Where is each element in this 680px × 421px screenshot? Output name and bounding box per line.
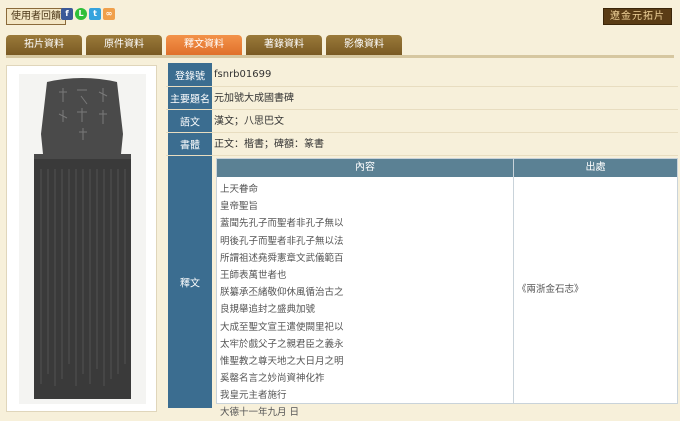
record-row-language: 語文 漢文；八思巴文 bbox=[166, 110, 678, 133]
transcription-line: 蓋聞先孔子而聖者非孔子無以 bbox=[220, 218, 344, 230]
transcription-line: 奚罄名言之妙尚資神化祚 bbox=[220, 373, 325, 385]
header-bar: 使用者回饋 f L t ∞ 遼金元拓片 bbox=[0, 0, 680, 34]
transcription-table: 內容 出處 上天眷命 皇帝聖旨 蓋聞先孔子而聖者非孔子無以 明後孔子而聖者非孔子… bbox=[216, 158, 678, 418]
column-header-source: 出處 bbox=[514, 159, 677, 177]
record-row-id: 登錄號 fsnrb01699 bbox=[166, 63, 678, 87]
transcription-line: 所謂祖述堯舜憲章文武儀範百 bbox=[220, 252, 344, 264]
stele-rubbing-image[interactable] bbox=[19, 74, 146, 404]
twitter-icon[interactable]: t bbox=[89, 8, 101, 20]
row-label: 釋文 bbox=[168, 156, 212, 408]
column-divider bbox=[513, 159, 514, 403]
record-row-script: 書體 正文：楷書；碑額：篆書 bbox=[166, 133, 678, 156]
source-citation: 《兩浙金石志》 bbox=[517, 284, 584, 295]
transcription-line: 良規舉追封之盛典加號 bbox=[220, 304, 316, 316]
row-label: 主要題名 bbox=[168, 87, 212, 109]
row-label: 登錄號 bbox=[168, 63, 212, 86]
transcription-line: 朕纂承丕緒敬仰休風循治古之 bbox=[220, 287, 344, 299]
link-icon[interactable]: ∞ bbox=[103, 8, 115, 20]
record-id-value: fsnrb01699 bbox=[214, 69, 272, 80]
transcription-line: 王師表萬世者也 bbox=[220, 269, 287, 281]
transcription-line: 大成至聖文宣王遣使闕里祀以 bbox=[220, 321, 344, 333]
record-language-value: 漢文；八思巴文 bbox=[214, 116, 284, 127]
record-script-value: 正文：楷書；碑額：篆書 bbox=[214, 139, 324, 150]
transcription-line: 皇帝聖旨 bbox=[220, 201, 259, 213]
transcription-line: 上天眷命 bbox=[220, 184, 259, 195]
rubbing-image-panel bbox=[6, 65, 157, 412]
record-row-transcription: 釋文 內容 出處 上天眷命 皇帝聖旨 蓋聞先孔子而聖者非孔子無以 明後孔子而聖者… bbox=[166, 156, 678, 418]
tab-rubbing[interactable]: 拓片資料 bbox=[6, 35, 82, 55]
tab-bar: 拓片資料 原件資料 釋文資料 著錄資料 影像資料 bbox=[6, 35, 674, 55]
record-row-title: 主要題名 元加號大成國書碑 bbox=[166, 87, 678, 110]
tab-underline bbox=[6, 55, 674, 58]
tab-original[interactable]: 原件資料 bbox=[86, 35, 162, 55]
column-header-content: 內容 bbox=[217, 159, 513, 177]
row-label: 語文 bbox=[168, 110, 212, 132]
transcription-line: 我皇元主者施行 bbox=[220, 390, 287, 402]
feedback-button[interactable]: 使用者回饋 bbox=[6, 8, 66, 25]
brand-label: 遼金元拓片 bbox=[603, 8, 672, 25]
transcription-line: 太牢於戲父子之親君臣之義永 bbox=[220, 338, 344, 350]
transcription-line: 惟聖教之尊天地之大日月之明 bbox=[220, 355, 344, 367]
transcription-line: 明後孔子而聖者非孔子無以法 bbox=[220, 235, 344, 247]
transcription-lines: 上天眷命 皇帝聖旨 蓋聞先孔子而聖者非孔子無以 明後孔子而聖者非孔子無以法 所謂… bbox=[220, 181, 510, 421]
facebook-icon[interactable]: f bbox=[61, 8, 73, 20]
line-icon[interactable]: L bbox=[75, 8, 87, 20]
tab-images[interactable]: 影像資料 bbox=[326, 35, 402, 55]
record-table: 登錄號 fsnrb01699 主要題名 元加號大成國書碑 語文 漢文；八思巴文 … bbox=[166, 63, 678, 418]
tab-bibliography[interactable]: 著錄資料 bbox=[246, 35, 322, 55]
record-title-value: 元加號大成國書碑 bbox=[214, 93, 294, 104]
row-label: 書體 bbox=[168, 133, 212, 155]
tab-transcription[interactable]: 釋文資料 bbox=[166, 35, 242, 55]
transcription-line: 大德十一年九月 日 bbox=[220, 407, 300, 419]
